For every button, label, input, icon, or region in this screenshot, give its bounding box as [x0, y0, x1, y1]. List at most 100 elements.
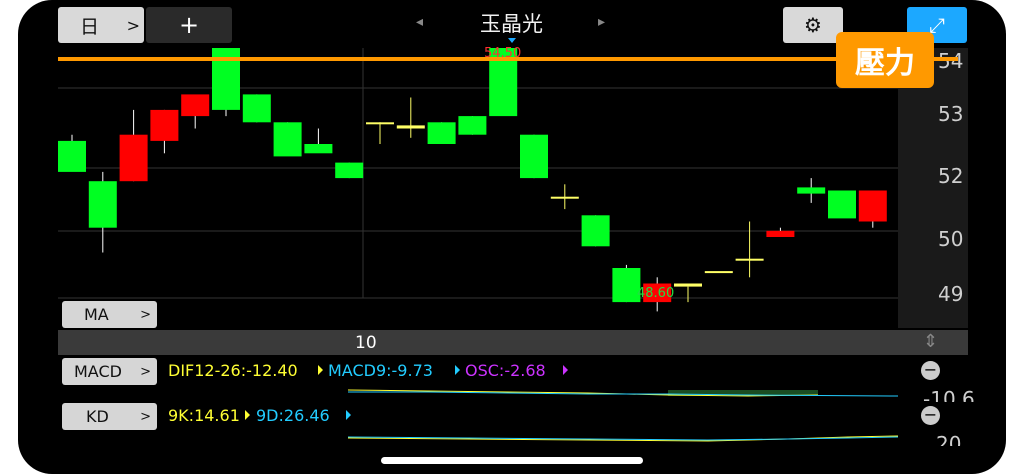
period-stepper-icon[interactable]: ⇕	[923, 331, 938, 352]
y-axis-label: 54	[938, 49, 964, 73]
kd-k-value: 9K:14.61	[168, 406, 240, 425]
period-value[interactable]: 10	[355, 333, 377, 353]
candle-body	[458, 116, 487, 135]
y-axis-label: 50	[938, 227, 964, 251]
candle-body	[766, 230, 795, 237]
macd9-value: MACD9:-9.73	[328, 361, 433, 380]
period-bar	[58, 330, 968, 355]
kd-label: KD	[86, 407, 109, 426]
candle-body	[304, 144, 333, 154]
candlestick	[273, 122, 302, 157]
candle-body	[150, 109, 179, 141]
settings-button[interactable]: ⚙	[783, 7, 843, 43]
candle-body	[858, 190, 887, 222]
candlestick-chart[interactable]	[58, 48, 898, 328]
candlestick	[119, 109, 148, 182]
candle-body	[273, 122, 302, 157]
candle-body	[828, 190, 856, 219]
plus-icon: +	[178, 11, 200, 39]
candle-body	[704, 271, 733, 274]
kd-chart[interactable]	[348, 430, 898, 446]
macd-axis-label: -10.6	[923, 388, 975, 402]
osc-marker-icon	[563, 365, 568, 375]
resistance-line[interactable]	[58, 57, 958, 61]
y-axis-label: 49	[938, 282, 964, 306]
candle-body	[735, 258, 764, 261]
candle-body	[581, 215, 610, 247]
app-screen: 日 > + ◂ 玉晶光 ▸ ⚙ ⤢ 54 53 52 50 49 54.50 壓…	[18, 0, 1006, 474]
candlestick	[242, 94, 271, 123]
remove-kd-button[interactable]: −	[921, 406, 940, 425]
candle-body	[335, 162, 364, 179]
candlestick	[88, 171, 117, 253]
kd-axis-label: 20	[936, 433, 962, 446]
candle-body	[119, 134, 148, 182]
k-marker-icon	[245, 410, 250, 420]
d-marker-icon	[346, 410, 351, 420]
candlestick	[366, 122, 394, 144]
ma-label: MA	[84, 305, 109, 324]
chevron-right-icon: >	[140, 409, 151, 424]
dif-marker-icon	[318, 365, 323, 375]
candlestick	[674, 283, 702, 303]
high-price-label: 54.50	[484, 46, 522, 57]
candlestick	[58, 134, 86, 172]
stock-title[interactable]: 玉晶光	[480, 8, 543, 38]
stock-title-indicator	[508, 38, 516, 43]
candlestick	[335, 162, 364, 179]
chevron-right-icon: >	[126, 15, 140, 35]
chevron-right-icon: >	[140, 364, 151, 379]
period-selector-button[interactable]: 日 >	[58, 7, 144, 43]
candlestick	[858, 190, 887, 228]
macd-chart[interactable]	[348, 386, 898, 400]
candlestick	[704, 271, 733, 274]
candle-body	[520, 134, 548, 179]
prev-stock-arrow-icon[interactable]: ◂	[416, 14, 423, 30]
low-price-label: 48.60	[637, 286, 675, 301]
candlestick	[581, 215, 610, 247]
candlestick	[797, 178, 826, 203]
kd-d-value: 9D:26.46	[256, 406, 330, 425]
candle-body	[797, 187, 826, 194]
minus-icon: −	[923, 360, 938, 379]
resistance-label: 壓力	[855, 46, 915, 81]
y-axis-label: 52	[938, 164, 964, 188]
candle-body	[674, 283, 702, 287]
candle-body	[242, 94, 271, 123]
candlestick	[550, 184, 579, 210]
candlestick	[304, 128, 333, 154]
macd-indicator-button[interactable]: MACD >	[62, 358, 157, 385]
home-indicator[interactable]	[381, 457, 643, 464]
candlestick	[520, 134, 548, 179]
candlestick	[828, 190, 856, 219]
candlestick	[150, 109, 179, 154]
candle-body	[550, 196, 579, 199]
remove-macd-button[interactable]: −	[921, 361, 940, 380]
candlestick	[396, 97, 425, 138]
kd-indicator-button[interactable]: KD >	[62, 403, 157, 430]
osc-value: OSC:-2.68	[465, 361, 546, 380]
macd9-marker-icon	[455, 365, 460, 375]
resistance-badge[interactable]: 壓力	[836, 32, 934, 88]
chevron-right-icon: >	[140, 307, 151, 322]
device-frame: 日 > + ◂ 玉晶光 ▸ ⚙ ⤢ 54 53 52 50 49 54.50 壓…	[0, 0, 1024, 474]
period-label: 日	[80, 15, 100, 38]
candle-body	[396, 125, 425, 129]
y-axis-label: 53	[938, 102, 964, 126]
candle-body	[58, 140, 86, 172]
candlestick	[181, 94, 210, 129]
candle-body	[366, 122, 394, 125]
ma-indicator-button[interactable]: MA >	[62, 301, 157, 328]
candlestick	[427, 122, 456, 144]
candle-body	[88, 181, 117, 228]
candlestick	[735, 221, 764, 278]
add-button[interactable]: +	[146, 7, 232, 43]
macd-dif-value: DIF12-26:-12.40	[168, 361, 298, 380]
candle-body	[427, 122, 456, 144]
macd-label: MACD	[74, 362, 122, 381]
gear-icon: ⚙	[804, 13, 822, 37]
candlestick	[766, 227, 795, 237]
candlestick	[458, 116, 487, 135]
candle-body	[181, 94, 210, 117]
next-stock-arrow-icon[interactable]: ▸	[598, 14, 605, 30]
